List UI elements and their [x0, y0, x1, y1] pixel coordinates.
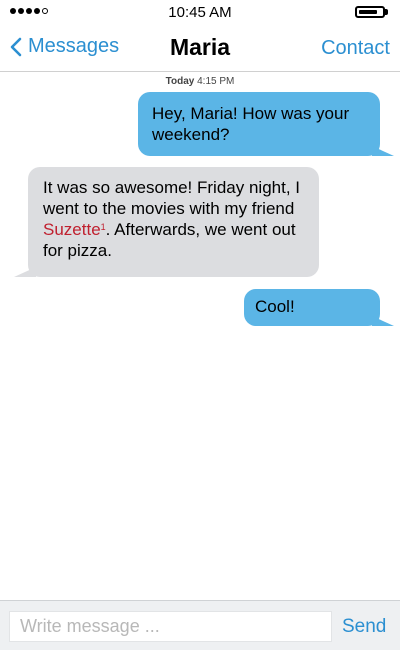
chevron-left-icon: [10, 37, 22, 56]
sent-message-bubble[interactable]: Cool!: [244, 289, 394, 326]
timestamp-time: 4:15 PM: [197, 76, 235, 87]
messages-screen: 10:45 AM Messages Maria Contact Today 4:…: [0, 0, 400, 650]
status-time: 10:45 AM: [168, 4, 232, 21]
back-button[interactable]: Messages: [10, 35, 119, 58]
message-text: Cool!: [255, 297, 295, 316]
received-message-bubble[interactable]: It was so awesome! Friday night, I went …: [14, 167, 319, 277]
status-bar: 10:45 AM: [0, 0, 400, 26]
message-text-before: It was so awesome! Friday night, I went …: [43, 178, 300, 218]
battery-level: [359, 10, 377, 14]
footnote-marker: 1: [100, 222, 106, 232]
sent-message-bubble[interactable]: Hey, Maria! How was your weekend?: [138, 92, 394, 156]
send-button[interactable]: Send: [342, 616, 386, 638]
battery-icon: [355, 6, 385, 18]
bubble-tail: [14, 267, 36, 277]
contact-button[interactable]: Contact: [321, 37, 390, 60]
back-button-label: Messages: [28, 35, 120, 57]
bubble-tail: [372, 316, 394, 326]
message-input-bar: Send: [0, 600, 400, 650]
message-timestamp: Today 4:15 PM: [0, 76, 400, 87]
timestamp-day: Today: [165, 76, 195, 87]
message-text: Hey, Maria! How was your weekend?: [152, 104, 350, 144]
highlighted-word: Suzette: [43, 220, 101, 239]
battery-tip: [385, 9, 388, 15]
bubble-tail: [372, 146, 394, 156]
conversation-area[interactable]: Today 4:15 PM Hey, Maria! How was your w…: [0, 72, 400, 600]
message-input[interactable]: [9, 611, 332, 642]
highlighted-name: Suzette1: [43, 220, 106, 239]
nav-bar: Messages Maria Contact: [0, 26, 400, 72]
